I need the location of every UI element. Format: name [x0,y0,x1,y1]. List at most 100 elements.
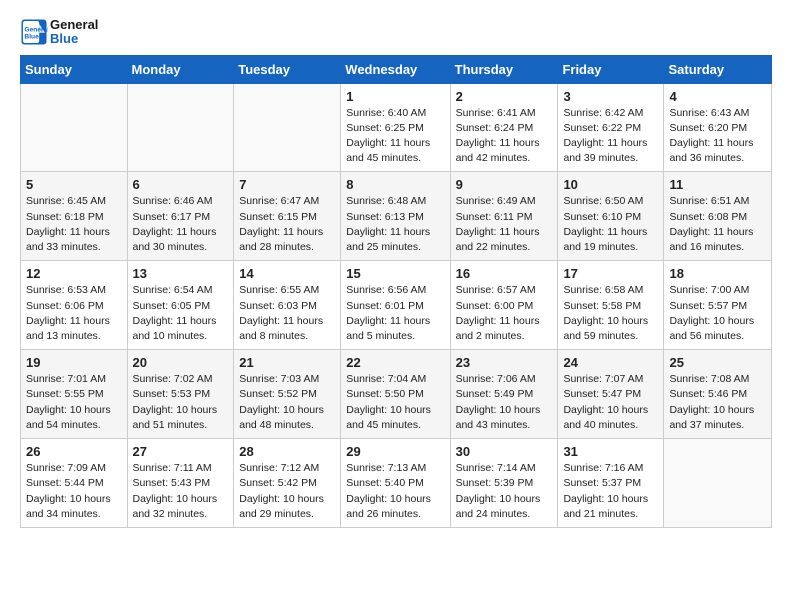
day-info: Sunrise: 7:01 AMSunset: 5:55 PMDaylight:… [26,372,122,433]
day-info: Sunrise: 6:49 AMSunset: 6:11 PMDaylight:… [456,194,553,255]
day-info: Sunrise: 6:42 AMSunset: 6:22 PMDaylight:… [563,106,658,167]
day-number: 14 [239,266,335,281]
day-number: 22 [346,355,444,370]
day-info: Sunrise: 7:12 AMSunset: 5:42 PMDaylight:… [239,461,335,522]
day-cell: 17 Sunrise: 6:58 AMSunset: 5:58 PMDayligh… [558,261,664,350]
weekday-header-row: SundayMondayTuesdayWednesdayThursdayFrid… [21,55,772,83]
day-info: Sunrise: 7:16 AMSunset: 5:37 PMDaylight:… [563,461,658,522]
day-info: Sunrise: 6:56 AMSunset: 6:01 PMDaylight:… [346,283,444,344]
day-number: 4 [669,89,766,104]
day-info: Sunrise: 6:51 AMSunset: 6:08 PMDaylight:… [669,194,766,255]
day-cell [234,83,341,172]
day-cell: 22 Sunrise: 7:04 AMSunset: 5:50 PMDayligh… [341,350,450,439]
day-cell: 31 Sunrise: 7:16 AMSunset: 5:37 PMDayligh… [558,439,664,528]
day-info: Sunrise: 6:55 AMSunset: 6:03 PMDaylight:… [239,283,335,344]
day-cell: 14 Sunrise: 6:55 AMSunset: 6:03 PMDayligh… [234,261,341,350]
day-number: 24 [563,355,658,370]
day-info: Sunrise: 6:46 AMSunset: 6:17 PMDaylight:… [133,194,229,255]
weekday-header-saturday: Saturday [664,55,772,83]
day-number: 29 [346,444,444,459]
day-number: 3 [563,89,658,104]
day-cell: 7 Sunrise: 6:47 AMSunset: 6:15 PMDaylight… [234,172,341,261]
day-info: Sunrise: 6:54 AMSunset: 6:05 PMDaylight:… [133,283,229,344]
day-number: 25 [669,355,766,370]
day-info: Sunrise: 6:57 AMSunset: 6:00 PMDaylight:… [456,283,553,344]
day-number: 8 [346,177,444,192]
day-info: Sunrise: 7:11 AMSunset: 5:43 PMDaylight:… [133,461,229,522]
day-number: 11 [669,177,766,192]
day-info: Sunrise: 7:14 AMSunset: 5:39 PMDaylight:… [456,461,553,522]
day-number: 12 [26,266,122,281]
day-number: 15 [346,266,444,281]
day-cell: 2 Sunrise: 6:41 AMSunset: 6:24 PMDaylight… [450,83,558,172]
day-cell: 5Sunrise: 6:45 AMSunset: 6:18 PMDaylight… [21,172,128,261]
day-cell [664,439,772,528]
day-cell: 24Sunrise: 7:07 AMSunset: 5:47 PMDayligh… [558,350,664,439]
day-number: 17 [563,266,658,281]
day-info: Sunrise: 6:48 AMSunset: 6:13 PMDaylight:… [346,194,444,255]
weekday-header-monday: Monday [127,55,234,83]
day-info: Sunrise: 7:03 AMSunset: 5:52 PMDaylight:… [239,372,335,433]
weekday-header-friday: Friday [558,55,664,83]
day-cell: 23 Sunrise: 7:06 AMSunset: 5:49 PMDayligh… [450,350,558,439]
day-info: Sunrise: 7:08 AMSunset: 5:46 PMDaylight:… [669,372,766,433]
day-info: Sunrise: 6:53 AMSunset: 6:06 PMDaylight:… [26,283,122,344]
day-cell: 21Sunrise: 7:03 AMSunset: 5:52 PMDayligh… [234,350,341,439]
day-number: 13 [133,266,229,281]
day-cell: 16 Sunrise: 6:57 AMSunset: 6:00 PMDayligh… [450,261,558,350]
week-row-3: 12 Sunrise: 6:53 AMSunset: 6:06 PMDayligh… [21,261,772,350]
day-cell: 10 Sunrise: 6:50 AMSunset: 6:10 PMDayligh… [558,172,664,261]
page: General Blue General Blue SundayMondayTu… [0,0,792,546]
day-info: Sunrise: 6:50 AMSunset: 6:10 PMDaylight:… [563,194,658,255]
header: General Blue General Blue [20,18,772,47]
day-cell: 1 Sunrise: 6:40 AMSunset: 6:25 PMDaylight… [341,83,450,172]
day-cell: 29Sunrise: 7:13 AMSunset: 5:40 PMDayligh… [341,439,450,528]
week-row-5: 26 Sunrise: 7:09 AMSunset: 5:44 PMDayligh… [21,439,772,528]
day-number: 9 [456,177,553,192]
day-number: 6 [133,177,229,192]
logo-text-general: General [50,18,98,32]
day-info: Sunrise: 7:00 AMSunset: 5:57 PMDaylight:… [669,283,766,344]
day-number: 20 [133,355,229,370]
day-cell: 4Sunrise: 6:43 AMSunset: 6:20 PMDaylight… [664,83,772,172]
day-cell: 9 Sunrise: 6:49 AMSunset: 6:11 PMDaylight… [450,172,558,261]
day-cell: 26 Sunrise: 7:09 AMSunset: 5:44 PMDayligh… [21,439,128,528]
svg-text:General: General [24,27,48,34]
day-info: Sunrise: 6:47 AMSunset: 6:15 PMDaylight:… [239,194,335,255]
day-number: 16 [456,266,553,281]
day-cell: 30 Sunrise: 7:14 AMSunset: 5:39 PMDayligh… [450,439,558,528]
day-number: 26 [26,444,122,459]
week-row-2: 5Sunrise: 6:45 AMSunset: 6:18 PMDaylight… [21,172,772,261]
day-number: 23 [456,355,553,370]
day-number: 1 [346,89,444,104]
day-number: 7 [239,177,335,192]
day-number: 2 [456,89,553,104]
day-number: 18 [669,266,766,281]
day-info: Sunrise: 7:09 AMSunset: 5:44 PMDaylight:… [26,461,122,522]
day-cell [21,83,128,172]
weekday-header-tuesday: Tuesday [234,55,341,83]
day-info: Sunrise: 7:02 AMSunset: 5:53 PMDaylight:… [133,372,229,433]
day-cell: 18 Sunrise: 7:00 AMSunset: 5:57 PMDayligh… [664,261,772,350]
weekday-header-wednesday: Wednesday [341,55,450,83]
day-cell: 27Sunrise: 7:11 AMSunset: 5:43 PMDayligh… [127,439,234,528]
logo-icon: General Blue [20,18,48,46]
day-cell: 28 Sunrise: 7:12 AMSunset: 5:42 PMDayligh… [234,439,341,528]
weekday-header-sunday: Sunday [21,55,128,83]
day-cell [127,83,234,172]
day-info: Sunrise: 6:58 AMSunset: 5:58 PMDaylight:… [563,283,658,344]
day-cell: 6 Sunrise: 6:46 AMSunset: 6:17 PMDaylight… [127,172,234,261]
day-number: 30 [456,444,553,459]
day-info: Sunrise: 7:04 AMSunset: 5:50 PMDaylight:… [346,372,444,433]
logo-text-blue: Blue [50,32,98,46]
day-number: 31 [563,444,658,459]
weekday-header-thursday: Thursday [450,55,558,83]
day-number: 10 [563,177,658,192]
logo: General Blue General Blue [20,18,98,47]
day-cell: 3 Sunrise: 6:42 AMSunset: 6:22 PMDaylight… [558,83,664,172]
day-info: Sunrise: 6:40 AMSunset: 6:25 PMDaylight:… [346,106,444,167]
day-number: 28 [239,444,335,459]
day-info: Sunrise: 6:41 AMSunset: 6:24 PMDaylight:… [456,106,553,167]
svg-text:Blue: Blue [24,34,39,41]
day-info: Sunrise: 7:06 AMSunset: 5:49 PMDaylight:… [456,372,553,433]
